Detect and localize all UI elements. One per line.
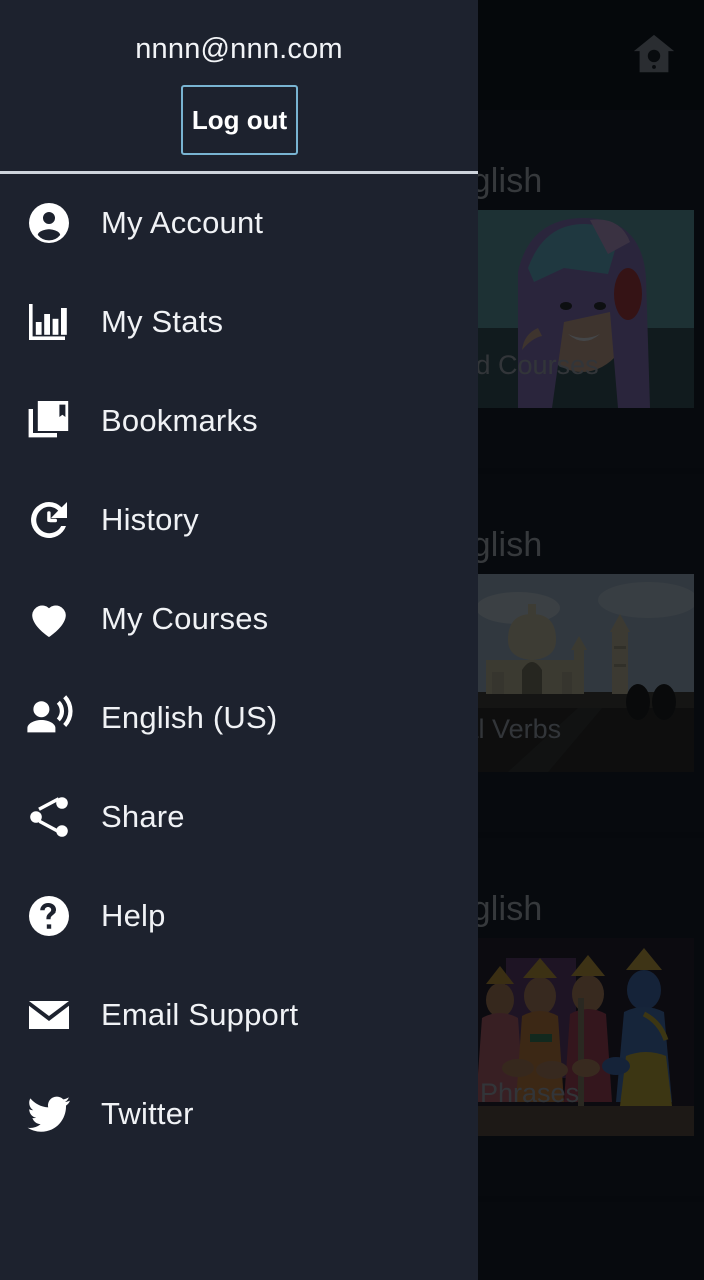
menu-item-my-stats[interactable]: My Stats [0, 272, 478, 371]
menu-item-label: My Courses [101, 600, 269, 636]
menu-item-help[interactable]: Help [0, 866, 478, 965]
drawer-header: nnnn@nnn.com Log out [0, 0, 478, 174]
log-out-button[interactable]: Log out [181, 85, 298, 155]
record-voice-over-icon [23, 692, 75, 744]
menu-item-label: My Stats [101, 303, 224, 339]
menu-item-share[interactable]: Share [0, 767, 478, 866]
navigation-drawer: nnnn@nnn.com Log out My Account My Stats… [0, 0, 478, 1280]
menu-item-my-account[interactable]: My Account [0, 173, 478, 272]
menu-item-label: Help [101, 897, 166, 933]
menu-item-label: English (US) [101, 699, 278, 735]
menu-item-history[interactable]: History [0, 470, 478, 569]
history-restore-icon [23, 494, 75, 546]
menu-item-label: Bookmarks [101, 402, 258, 438]
drawer-scrim-overlay[interactable] [478, 0, 704, 1280]
menu-item-twitter[interactable]: Twitter [0, 1064, 478, 1163]
help-circle-icon [23, 890, 75, 942]
heart-icon [23, 593, 75, 645]
drawer-menu-list: My Account My Stats Bookmarks History My… [0, 173, 478, 1163]
menu-item-label: My Account [101, 204, 264, 240]
bar-chart-icon [23, 296, 75, 348]
share-icon [23, 791, 75, 843]
menu-item-english-us[interactable]: English (US) [0, 668, 478, 767]
menu-item-bookmarks[interactable]: Bookmarks [0, 371, 478, 470]
menu-item-label: Email Support [101, 996, 299, 1032]
twitter-bird-icon [23, 1088, 75, 1140]
menu-item-email-support[interactable]: Email Support [0, 965, 478, 1064]
bookmark-library-icon [23, 395, 75, 447]
menu-item-label: History [101, 501, 199, 537]
account-email-label: nnnn@nnn.com [135, 33, 343, 65]
app-screen: d Hinglish [0, 0, 704, 1280]
email-envelope-icon [23, 989, 75, 1041]
menu-item-label: Share [101, 798, 185, 834]
menu-item-label: Twitter [101, 1095, 194, 1131]
account-circle-icon [23, 197, 75, 249]
menu-item-my-courses[interactable]: My Courses [0, 569, 478, 668]
